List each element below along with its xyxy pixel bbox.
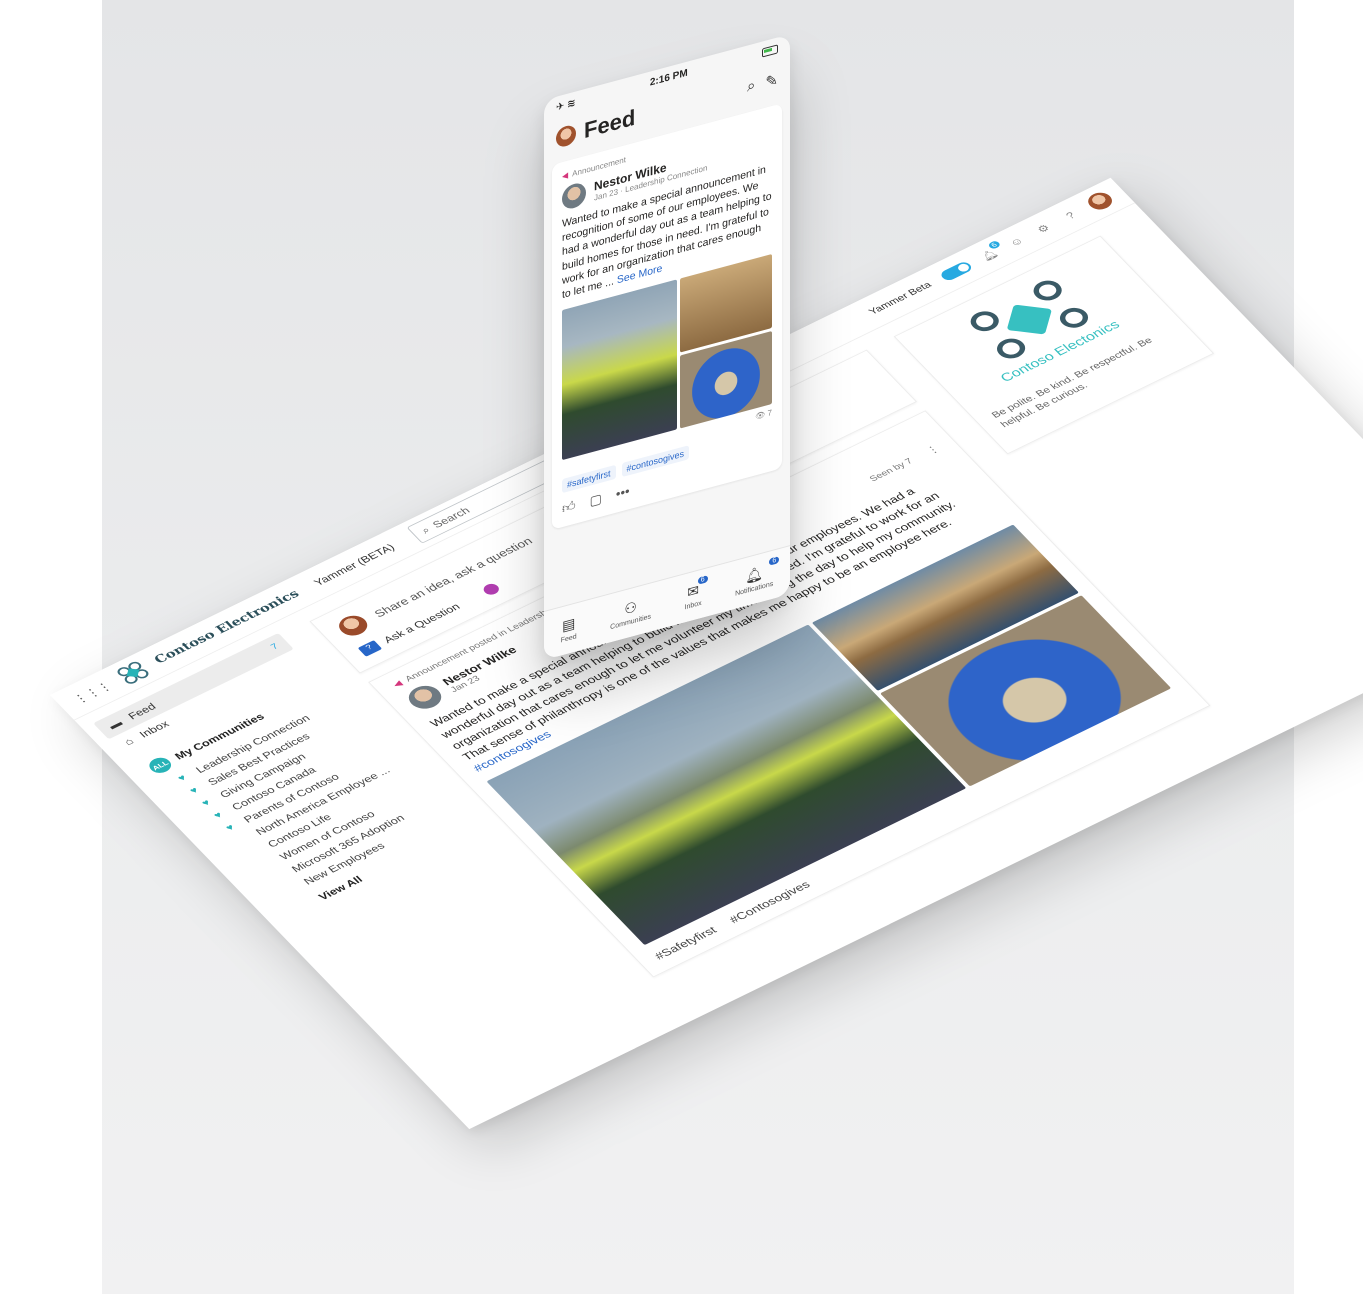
like-icon[interactable]: 👍︎ [562,498,576,518]
more-options-icon[interactable]: ⋮ [923,443,942,457]
blank-icon [263,861,274,866]
inbox-badge: 6 [697,575,708,585]
favorite-heart-icon: ♥ [223,822,237,834]
feed-icon: ▬ [105,717,125,732]
tab-feed[interactable]: ▤ Feed [560,614,577,645]
brand-logo-icon[interactable] [115,660,151,686]
communities-badge: ALL [145,754,176,776]
notifications-badge: 6 [769,555,780,566]
feed-icon: ▤ [562,614,576,635]
user-avatar[interactable] [1083,189,1117,213]
settings-gear-icon[interactable]: ⚙ [1032,221,1055,237]
product-name: Yammer (BETA) [311,541,398,589]
comment-icon[interactable]: ▢ [590,491,602,510]
question-icon: ? [357,640,383,657]
tab-notifications[interactable]: 🔔︎ 6 Notifications [735,555,780,598]
search-icon: ⌕ [418,523,433,536]
search-icon[interactable]: ⌕ [747,76,755,96]
emoji-icon[interactable]: ☺ [1005,234,1028,250]
search-placeholder: Search [429,504,473,531]
praise-icon [481,581,503,597]
notification-badge: 6 [986,239,1002,251]
phone-photo-1[interactable] [562,279,677,461]
tab-inbox[interactable]: ✉ 6 Inbox [685,575,708,611]
megaphone-icon: ◀ [562,170,569,182]
tab-communities[interactable]: ⚇ Communities [610,594,651,631]
phone-view-count: 7 [767,407,772,419]
tab-label: Feed [560,633,577,645]
phone-mockup: ✈ ≋ 2:16 PM Feed ⌕ ✎ ◀ Announcement Nest… [544,34,790,661]
eye-icon: 👁︎ [755,409,766,422]
favorite-heart-icon: ♥ [211,810,225,821]
phone-post-card: ◀ Announcement Nestor Wilke Jan 23 · Lea… [552,103,782,530]
communities-icon: ⚇ [624,598,637,618]
inbox-icon: ✉ [687,581,699,601]
notifications-bell-icon[interactable]: 🔔︎ 6 [978,239,1002,263]
favorite-heart-icon: ♥ [175,773,189,784]
praise-button[interactable] [481,581,503,597]
feed-count: 7 [268,641,281,652]
help-icon[interactable]: ? [1059,208,1082,224]
phone-author-avatar[interactable] [562,180,586,212]
inbox-icon: ⌂ [121,735,137,748]
favorite-heart-icon: ♥ [199,797,213,809]
blank-icon [251,849,262,854]
author-avatar[interactable] [402,681,448,714]
more-icon[interactable]: ••• [616,483,630,503]
phone-user-avatar[interactable] [556,123,576,149]
composer-avatar [333,611,373,640]
blank-icon [287,886,298,891]
blank-icon [239,836,250,841]
seen-by[interactable]: Seen by 7 [868,457,915,484]
phone-title: Feed [584,104,636,144]
beta-toggle[interactable] [938,260,974,283]
favorite-heart-icon: ♥ [187,785,201,796]
compose-icon[interactable]: ✎ [765,70,778,91]
blank-icon [275,874,286,879]
announcement-icon: ◀ [391,679,405,690]
